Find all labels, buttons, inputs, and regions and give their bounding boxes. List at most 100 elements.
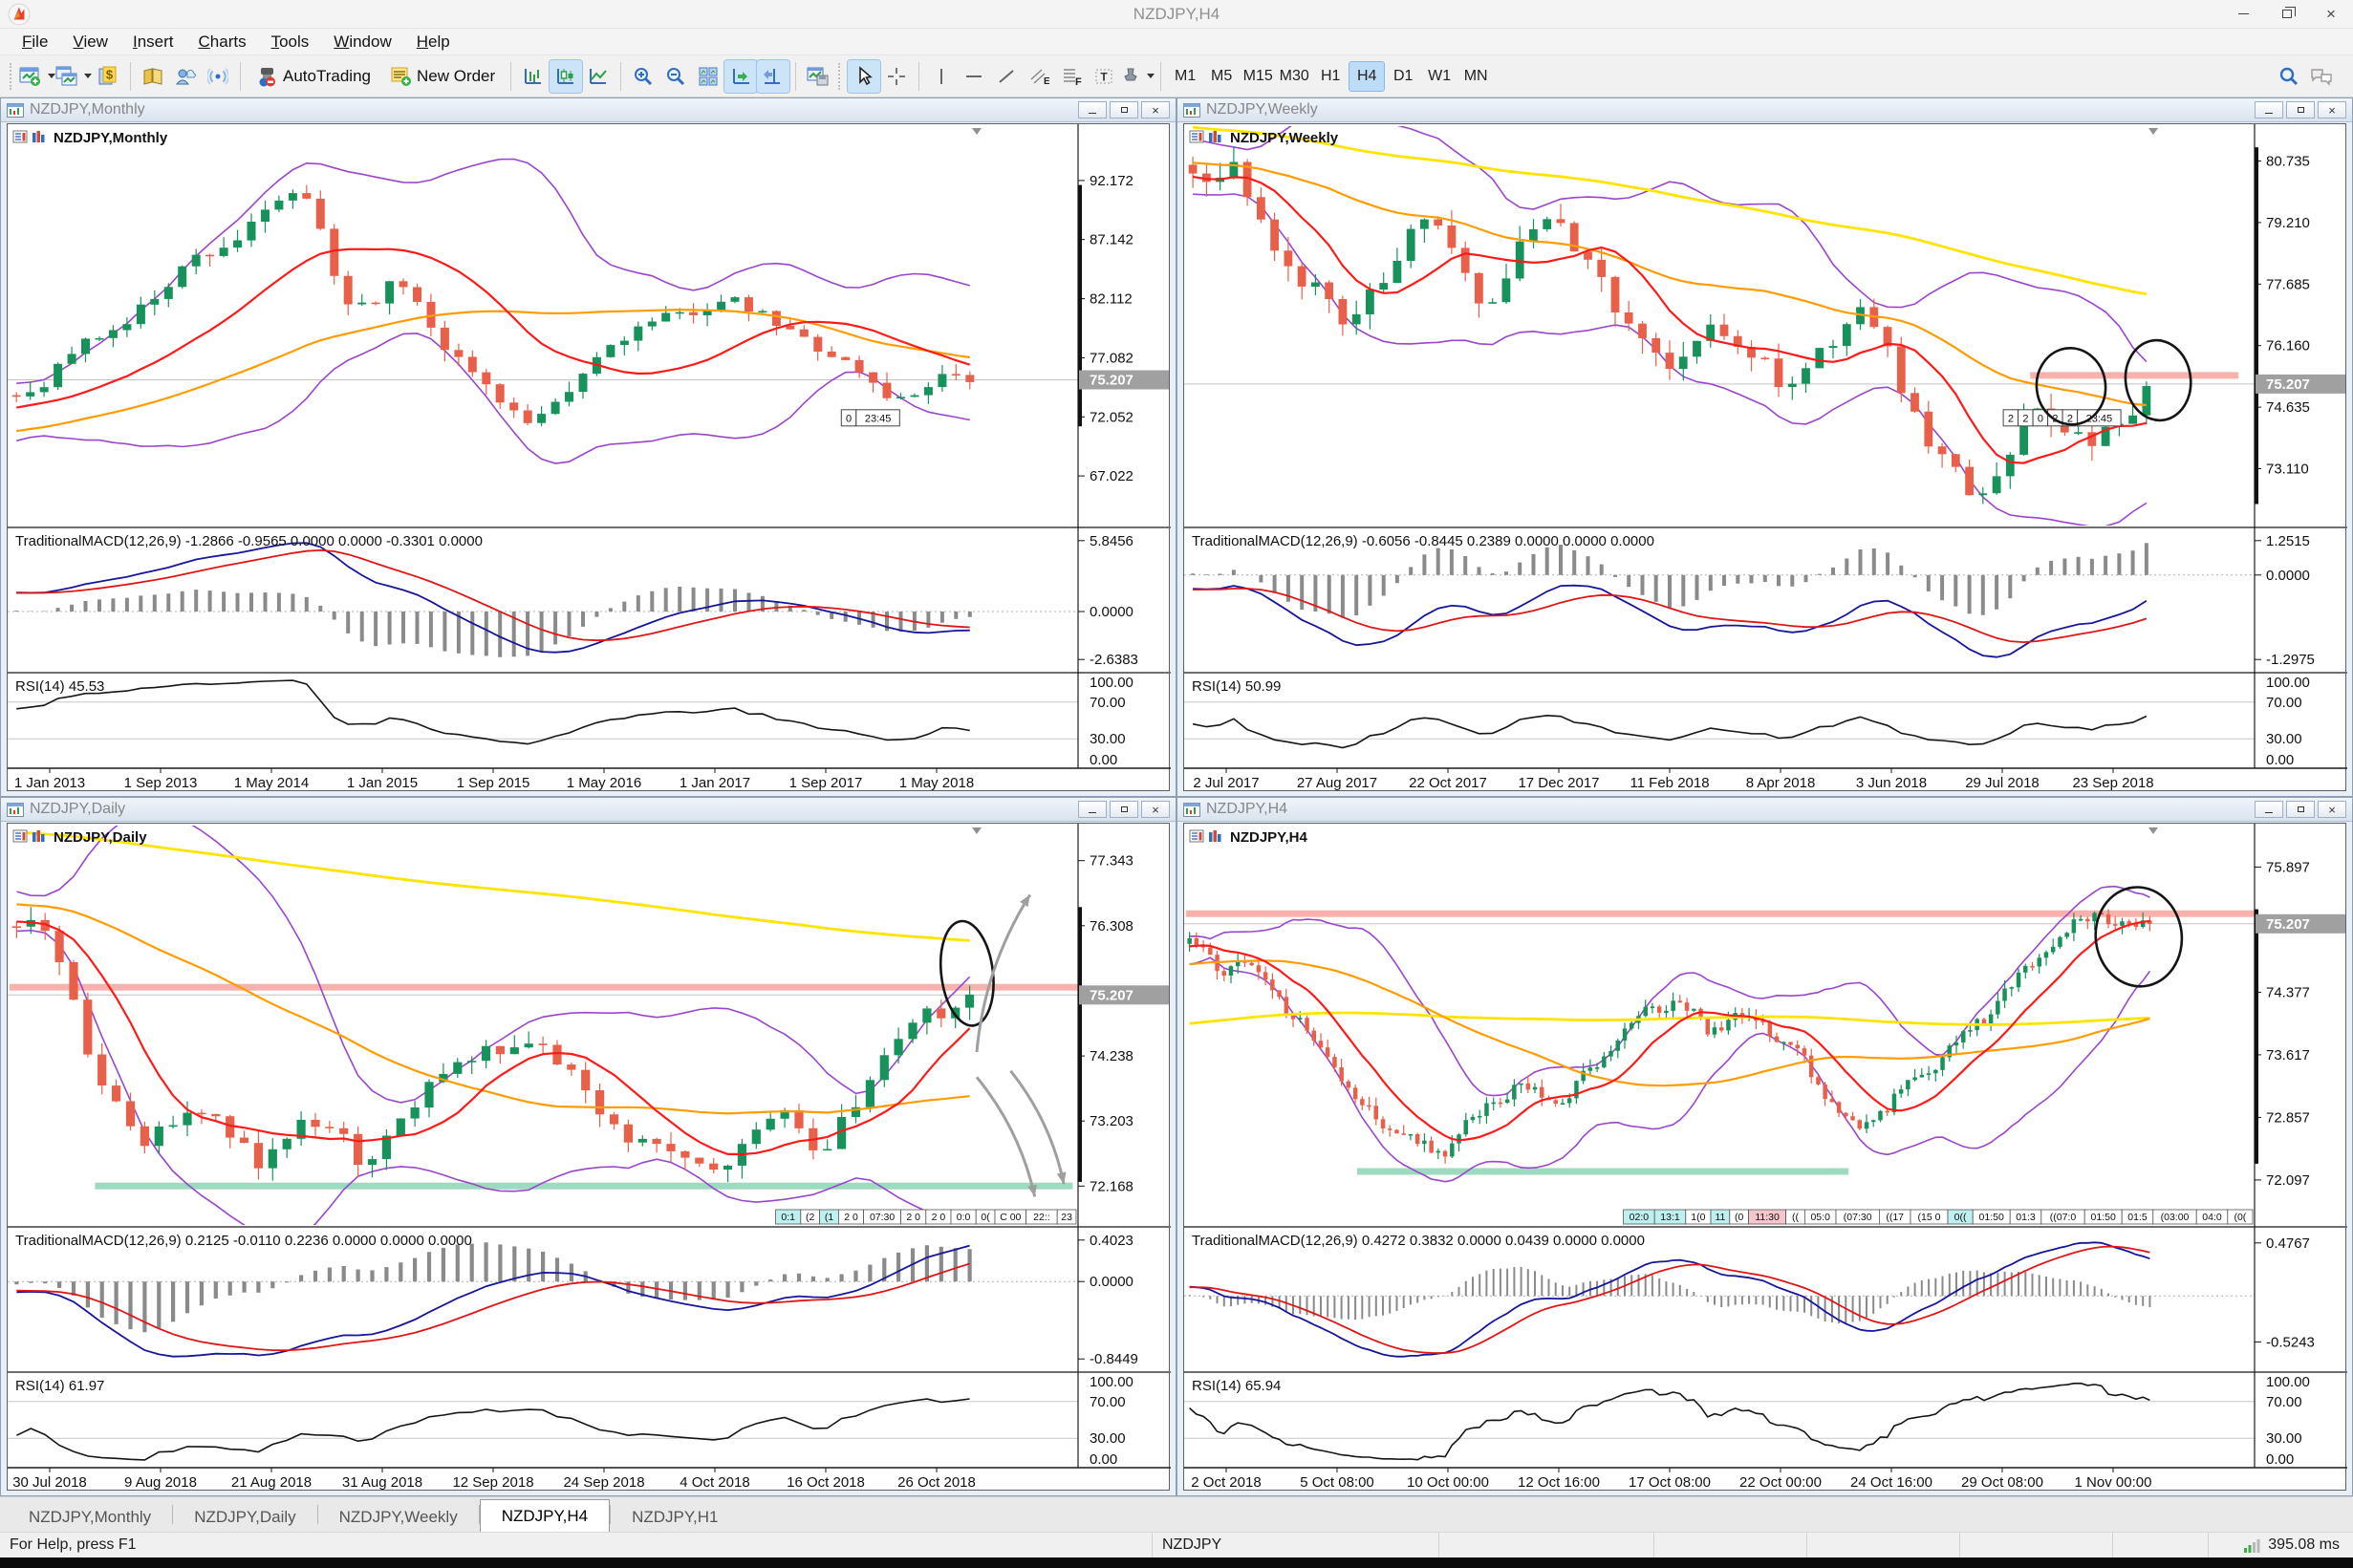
chart-window-monthly: NZDJPY,Monthly×NZDJPY,Monthly023:45Tradi… [0, 97, 1176, 797]
trendline-button[interactable] [990, 60, 1023, 93]
menu-item-window[interactable]: Window [321, 31, 403, 54]
new-order-icon [390, 66, 413, 87]
templates-button[interactable] [802, 60, 834, 93]
bar-chart-button[interactable] [517, 60, 550, 93]
auto-scroll-button[interactable] [724, 60, 757, 93]
market-watch-button[interactable]: $ [92, 60, 124, 93]
rsi-label: RSI(14) 45.53 [15, 678, 104, 695]
menu-item-view[interactable]: View [60, 31, 120, 54]
timeframe-button-m1[interactable]: M1 [1168, 62, 1202, 91]
child-restore-button[interactable] [2286, 801, 2315, 818]
candle-chart-button[interactable] [550, 60, 582, 93]
menu-item-help[interactable]: Help [404, 31, 463, 54]
svg-text:16 Oct 2018: 16 Oct 2018 [787, 1474, 865, 1491]
timeframe-button-d1[interactable]: D1 [1386, 62, 1420, 91]
minimize-button[interactable] [2221, 0, 2265, 28]
timeframe-button-mn[interactable]: MN [1458, 62, 1493, 91]
timeframe-button-m5[interactable]: M5 [1204, 62, 1239, 91]
chat-button[interactable] [2305, 60, 2338, 93]
menu-item-insert[interactable]: Insert [120, 31, 186, 54]
chart-tab-h1[interactable]: NZDJPY,H1 [611, 1503, 739, 1532]
child-minimize-button[interactable] [2255, 801, 2283, 818]
svg-text:((: (( [1792, 1212, 1799, 1223]
svg-text:-2.6383: -2.6383 [1090, 652, 1138, 668]
crosshair-button[interactable] [880, 60, 913, 93]
chart-tab-weekly[interactable]: NZDJPY,Weekly [318, 1503, 479, 1532]
svg-text:0: 0 [2038, 413, 2043, 424]
new-chart-icon [19, 66, 42, 87]
svg-text:74.377: 74.377 [2266, 984, 2310, 1000]
child-minimize-button[interactable] [1078, 101, 1107, 118]
vertical-line-button[interactable] [925, 60, 958, 93]
search-button[interactable] [2273, 60, 2305, 93]
chart-window-titlebar[interactable]: NZDJPY,Weekly× [1177, 98, 2352, 122]
timeframe-button-h1[interactable]: H1 [1313, 62, 1348, 91]
text-button[interactable]: T [1088, 60, 1120, 93]
horizontal-line-icon [963, 66, 984, 87]
menu-item-tools[interactable]: Tools [259, 31, 322, 54]
child-close-button[interactable]: × [2318, 101, 2346, 118]
restore-button[interactable] [2265, 0, 2309, 28]
chart-canvas-monthly[interactable]: NZDJPY,Monthly023:45TraditionalMACD(12,2… [8, 124, 1171, 791]
arrows-button[interactable] [1120, 60, 1155, 93]
signals-button[interactable] [202, 60, 234, 93]
chart-window-titlebar[interactable]: NZDJPY,Daily× [1, 798, 1176, 822]
macd-label: TraditionalMACD(12,26,9) 0.2125 -0.0110 … [15, 1233, 472, 1249]
timeframe-button-m15[interactable]: M15 [1241, 62, 1275, 91]
child-close-button[interactable]: × [1141, 101, 1170, 118]
child-minimize-button[interactable] [1078, 801, 1107, 818]
horizontal-line-button[interactable] [958, 60, 990, 93]
navigator-button[interactable] [169, 60, 202, 93]
fibonacci-button[interactable]: F [1055, 60, 1088, 93]
toolbar-handle[interactable] [838, 63, 844, 90]
chart-window-icon [1183, 103, 1200, 118]
menu-item-file[interactable]: File [10, 31, 60, 54]
zoom-in-button[interactable] [627, 60, 659, 93]
menu-item-charts[interactable]: Charts [186, 31, 259, 54]
svg-text:2 0: 2 0 [906, 1212, 920, 1223]
zoom-out-button[interactable] [659, 60, 692, 93]
new-chart-button[interactable] [19, 60, 55, 93]
chart-window-titlebar[interactable]: NZDJPY,H4× [1177, 798, 2352, 822]
chart-canvas-weekly[interactable]: NZDJPY,Weekly2202223:45TraditionalMACD(1… [1184, 124, 2347, 791]
timeframe-button-m30[interactable]: M30 [1277, 62, 1311, 91]
chart-canvas-daily[interactable]: NZDJPY,Daily0:1(2(12 007:302 02 00:00(C … [8, 824, 1171, 1491]
svg-text:22::: 22:: [1033, 1212, 1050, 1223]
line-chart-button[interactable] [582, 60, 615, 93]
chart-shift-button[interactable] [757, 60, 789, 93]
channel-icon: E [1028, 66, 1049, 87]
child-restore-button[interactable] [1110, 101, 1138, 118]
new-order-button[interactable]: New Order [380, 60, 505, 93]
svg-text:2 0: 2 0 [932, 1212, 946, 1223]
svg-text:1 Sep 2015: 1 Sep 2015 [457, 775, 530, 791]
chart-canvas-h4[interactable]: NZDJPY,H402:013:11(011(011:30((05:0(07:3… [1184, 824, 2347, 1491]
chart-tab-monthly[interactable]: NZDJPY,Monthly [8, 1503, 172, 1532]
svg-text:70.00: 70.00 [1090, 1394, 1126, 1410]
chart-tab-daily[interactable]: NZDJPY,Daily [173, 1503, 316, 1532]
tile-windows-button[interactable] [692, 60, 724, 93]
child-close-button[interactable]: × [2318, 801, 2346, 818]
macd-pane [16, 543, 970, 656]
history-center-button[interactable] [137, 60, 169, 93]
profiles-button[interactable] [55, 60, 92, 93]
channel-button[interactable]: E [1023, 60, 1055, 93]
child-minimize-button[interactable] [2255, 101, 2283, 118]
timeframe-button-h4[interactable]: H4 [1349, 62, 1384, 91]
child-restore-button[interactable] [1110, 801, 1138, 818]
svg-text:12 Oct 16:00: 12 Oct 16:00 [1518, 1474, 1600, 1491]
chevron-down-icon [1147, 74, 1155, 78]
new-order-label: New Order [417, 67, 495, 86]
child-close-button[interactable]: × [1141, 801, 1170, 818]
autotrading-button[interactable]: AutoTrading [247, 60, 380, 93]
svg-text:9 Aug 2018: 9 Aug 2018 [124, 1474, 197, 1491]
svg-text:5.8456: 5.8456 [1090, 533, 1133, 549]
vertical-line-icon [931, 66, 952, 87]
timeframe-button-w1[interactable]: W1 [1422, 62, 1457, 91]
cursor-button[interactable] [848, 60, 880, 93]
child-restore-button[interactable] [2286, 101, 2315, 118]
close-button[interactable]: × [2309, 0, 2353, 28]
status-help-text: For Help, press F1 [0, 1533, 1152, 1557]
chart-tab-h4[interactable]: NZDJPY,H4 [480, 1499, 610, 1532]
chart-window-titlebar[interactable]: NZDJPY,Monthly× [1, 98, 1176, 122]
toolbar-handle[interactable] [10, 63, 15, 90]
